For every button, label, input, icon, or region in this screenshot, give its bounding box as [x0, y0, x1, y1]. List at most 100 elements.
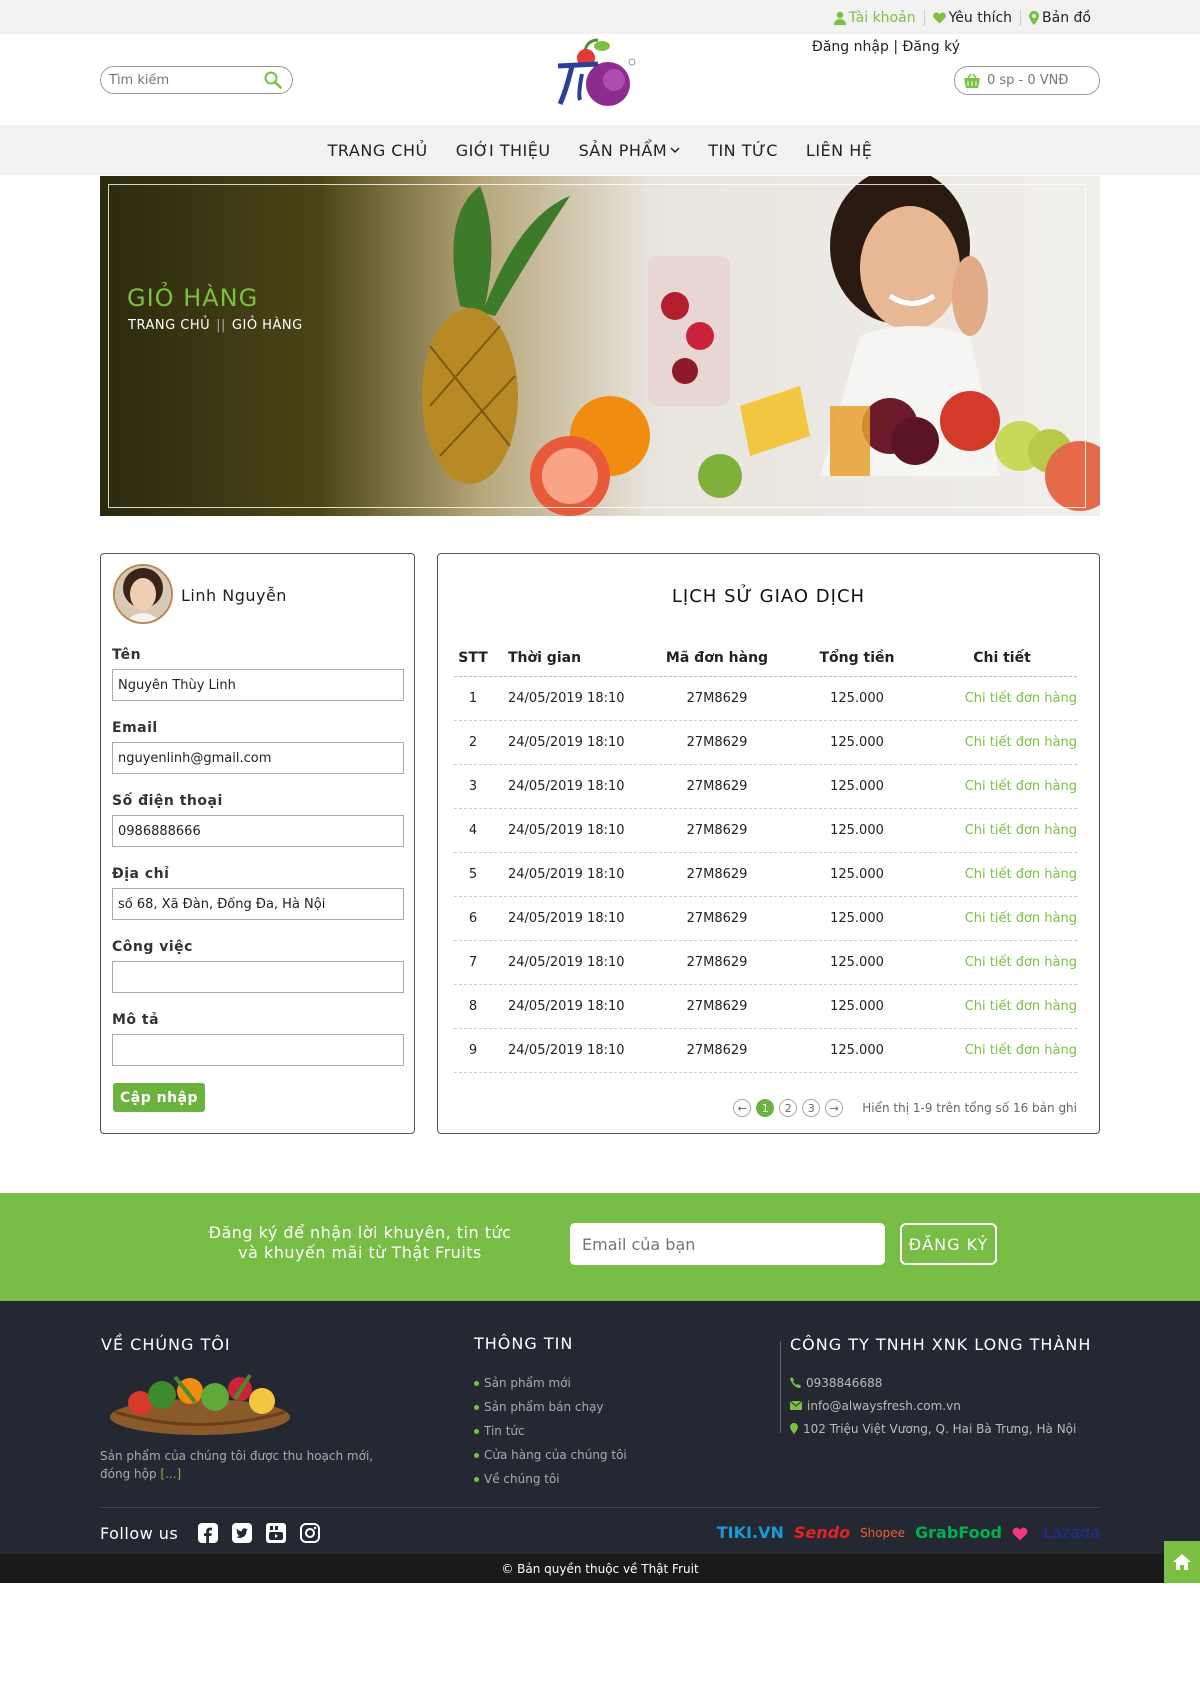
job-label: Công việc	[112, 939, 193, 955]
row-order-code: 27M8629	[686, 1043, 748, 1058]
email-label: Email	[112, 720, 158, 736]
address-input[interactable]	[112, 888, 404, 920]
heart-icon	[932, 12, 946, 24]
basket-icon	[964, 73, 980, 88]
nav-news[interactable]: TIN TỨC	[708, 141, 778, 160]
favorites-link[interactable]: Yêu thích	[923, 10, 1020, 26]
shopee-logo[interactable]: Shopee	[860, 1526, 905, 1540]
col-order-code: Mã đơn hàng	[665, 649, 769, 666]
table-row: 6 24/05/2019 18:10 27M8629 125.000 Chi t…	[454, 897, 1077, 941]
footer-about-more-link[interactable]: [...]	[160, 1467, 181, 1481]
description-label: Mô tả	[112, 1012, 160, 1028]
auth-links: Đăng nhập | Đăng ký	[806, 39, 966, 55]
next-page-button[interactable]: →	[825, 1099, 844, 1117]
footer-divider	[780, 1341, 781, 1433]
facebook-icon[interactable]	[198, 1523, 219, 1543]
row-total: 125.000	[830, 735, 884, 750]
row-index: 2	[468, 735, 478, 750]
follow-us-label: Follow us	[100, 1523, 179, 1543]
footer-address-text: 102 Triệu Việt Vương, Q. Hai Bà Trưng, H…	[803, 1421, 1077, 1436]
nav-home[interactable]: TRANG CHỦ	[328, 141, 428, 160]
breadcrumb-home[interactable]: TRANG CHỦ	[128, 318, 210, 333]
footer-link-new-products[interactable]: Sản phẩm mới	[474, 1371, 627, 1395]
profile-name: Linh Nguyễn	[181, 586, 287, 605]
site-logo[interactable]	[550, 36, 640, 124]
order-detail-link[interactable]: Chi tiết đơn hàng	[927, 955, 1077, 970]
footer-email-text[interactable]: info@alwaysfresh.com.vn	[807, 1399, 961, 1413]
row-total: 125.000	[830, 691, 884, 706]
prev-page-button[interactable]: ←	[733, 1099, 752, 1117]
youtube-icon[interactable]	[266, 1523, 287, 1543]
footer-about-description: Sản phẩm của chúng tôi được thu hoạch mớ…	[100, 1449, 374, 1481]
register-link[interactable]: Đăng ký	[902, 39, 960, 55]
home-button[interactable]	[1164, 1541, 1200, 1583]
newsletter-text-line2: và khuyến mãi từ Thật Fruits	[238, 1243, 482, 1262]
breadcrumb: TRANG CHỦ || GIỎ HÀNG	[128, 318, 303, 333]
chevron-down-icon	[670, 147, 680, 154]
newsletter-subscribe-button[interactable]: ĐĂNG KÝ	[900, 1223, 997, 1265]
map-link[interactable]: Bản đồ	[1020, 10, 1099, 26]
email-input[interactable]	[112, 742, 404, 774]
login-link[interactable]: Đăng nhập	[812, 39, 889, 55]
order-detail-link[interactable]: Chi tiết đơn hàng	[927, 691, 1077, 706]
order-detail-link[interactable]: Chi tiết đơn hàng	[927, 867, 1077, 882]
lazada-logo[interactable]: Lazada	[1012, 1523, 1100, 1542]
row-index: 3	[468, 779, 478, 794]
cart-button[interactable]: 0 sp - 0 VNĐ	[954, 66, 1100, 95]
row-total: 125.000	[830, 823, 884, 838]
order-detail-link[interactable]: Chi tiết đơn hàng	[927, 823, 1077, 838]
row-time: 24/05/2019 18:10	[508, 735, 625, 750]
order-detail-link[interactable]: Chi tiết đơn hàng	[927, 735, 1077, 750]
row-total: 125.000	[830, 779, 884, 794]
col-time: Thời gian	[508, 649, 582, 666]
footer-link-about[interactable]: Về chúng tôi	[474, 1467, 627, 1491]
update-button[interactable]: Cập nhập	[113, 1083, 205, 1112]
breadcrumb-current: GIỎ HÀNG	[231, 318, 303, 333]
transaction-history-title: LỊCH SỬ GIAO DỊCH	[671, 586, 866, 607]
follow-us: Follow us	[100, 1523, 321, 1543]
row-order-code: 27M8629	[686, 911, 748, 926]
row-index: 6	[468, 911, 478, 926]
footer-link-stores[interactable]: Cửa hàng của chúng tôi	[474, 1443, 627, 1467]
sendo-logo[interactable]: Sendo	[794, 1523, 850, 1542]
description-input[interactable]	[112, 1034, 404, 1066]
footer-about-title: VỀ CHÚNG TÔI	[101, 1335, 231, 1354]
row-total: 125.000	[830, 999, 884, 1014]
page-banner: GIỎ HÀNG TRANG CHỦ || GIỎ HÀNG	[100, 176, 1100, 516]
auth-separator: |	[893, 39, 899, 55]
page-1-button[interactable]: 1	[756, 1099, 775, 1117]
grabfood-logo[interactable]: GrabFood	[915, 1523, 1002, 1542]
search-icon[interactable]	[264, 71, 282, 89]
nav-contact[interactable]: LIÊN HỆ	[806, 141, 872, 160]
order-detail-link[interactable]: Chi tiết đơn hàng	[927, 999, 1077, 1014]
twitter-icon[interactable]	[232, 1523, 253, 1543]
instagram-icon[interactable]	[300, 1523, 321, 1543]
order-detail-link[interactable]: Chi tiết đơn hàng	[927, 1043, 1077, 1058]
cart-summary: 0 sp - 0 VNĐ	[987, 73, 1069, 88]
nav-products[interactable]: SẢN PHẨM	[579, 141, 681, 160]
row-order-code: 27M8629	[686, 691, 748, 706]
job-input[interactable]	[112, 961, 404, 993]
row-total: 125.000	[830, 955, 884, 970]
row-order-code: 27M8629	[686, 779, 748, 794]
table-row: 4 24/05/2019 18:10 27M8629 125.000 Chi t…	[454, 809, 1077, 853]
partner-logos: TIKI.VN Sendo Shopee GrabFood Lazada	[707, 1523, 1100, 1542]
footer-link-best-sellers[interactable]: Sản phẩm bán chạy	[474, 1395, 627, 1419]
newsletter-email-input[interactable]	[570, 1223, 885, 1265]
page-3-button[interactable]: 3	[802, 1099, 821, 1117]
order-detail-link[interactable]: Chi tiết đơn hàng	[927, 779, 1077, 794]
footer-info-links: Sản phẩm mới Sản phẩm bán chạy Tin tức C…	[474, 1371, 627, 1491]
row-index: 1	[468, 691, 478, 706]
name-input[interactable]	[112, 669, 404, 701]
search-input[interactable]	[109, 72, 259, 88]
footer-phone-text[interactable]: 0938846688	[806, 1376, 882, 1390]
table-row: 1 24/05/2019 18:10 27M8629 125.000 Chi t…	[454, 677, 1077, 721]
account-link[interactable]: Tài khoản	[826, 10, 924, 26]
nav-about[interactable]: GIỚI THIỆU	[456, 141, 551, 160]
footer-contact: 0938846688 info@alwaysfresh.com.vn 102 T…	[790, 1371, 1076, 1440]
footer-link-news[interactable]: Tin tức	[474, 1419, 627, 1443]
order-detail-link[interactable]: Chi tiết đơn hàng	[927, 911, 1077, 926]
phone-input[interactable]	[112, 815, 404, 847]
page-2-button[interactable]: 2	[779, 1099, 798, 1117]
tiki-logo[interactable]: TIKI.VN	[717, 1523, 784, 1542]
